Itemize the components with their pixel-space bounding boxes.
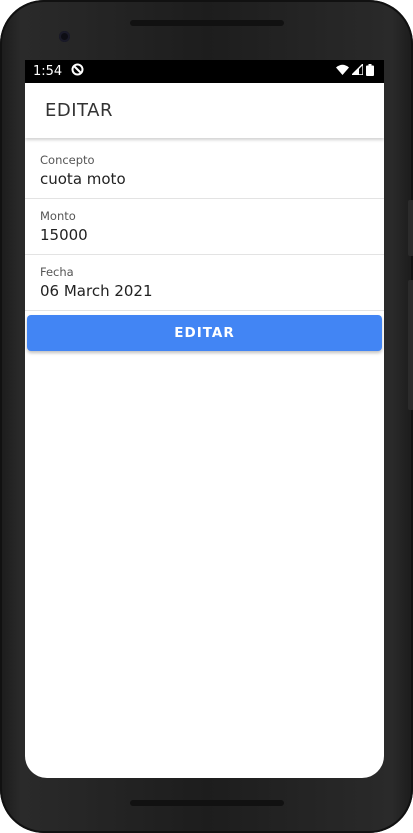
fecha-field[interactable]: Fecha 06 March 2021 — [25, 255, 384, 311]
status-bar: 1:54 — [25, 60, 384, 83]
volume-button — [408, 200, 413, 256]
editar-button[interactable]: EDITAR — [27, 315, 382, 351]
page-title: EDITAR — [45, 100, 113, 121]
monto-value[interactable]: 15000 — [40, 226, 384, 244]
concepto-label: Concepto — [40, 153, 95, 167]
power-button — [408, 280, 413, 410]
monto-label: Monto — [40, 209, 76, 223]
fecha-value[interactable]: 06 March 2021 — [40, 282, 384, 300]
wifi-icon — [336, 64, 349, 79]
phone-frame: 1:54 EDITAR Concepto cuota moto Monto 15… — [0, 0, 413, 833]
concepto-value[interactable]: cuota moto — [40, 170, 384, 188]
battery-icon — [366, 63, 374, 80]
screen: 1:54 EDITAR Concepto cuota moto Monto 15… — [25, 60, 384, 778]
earpiece-speaker — [130, 20, 284, 26]
concepto-field[interactable]: Concepto cuota moto — [25, 143, 384, 199]
bottom-speaker — [130, 800, 284, 806]
edit-form: Concepto cuota moto Monto 15000 Fecha 06… — [25, 143, 384, 351]
signal-icon — [350, 62, 364, 79]
front-camera — [59, 31, 70, 42]
monto-field[interactable]: Monto 15000 — [25, 199, 384, 255]
notification-icon — [71, 63, 84, 80]
app-bar: EDITAR — [25, 83, 384, 138]
status-time: 1:54 — [33, 64, 63, 79]
fecha-label: Fecha — [40, 265, 74, 279]
